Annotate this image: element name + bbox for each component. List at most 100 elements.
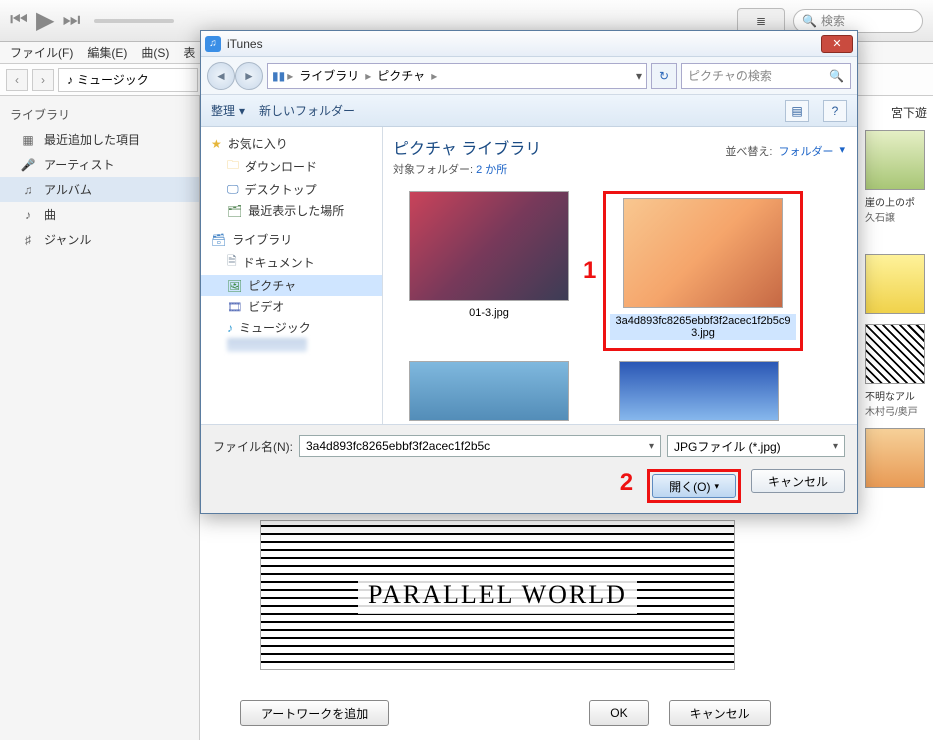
- album-title: 崖の上のポ: [865, 194, 925, 209]
- prev-track-button[interactable]: ⏮: [10, 9, 28, 32]
- open-button-label: 開く(O): [669, 478, 710, 495]
- dialog-search-input[interactable]: ピクチャの検索 🔍: [681, 63, 851, 89]
- refresh-button[interactable]: ↻: [651, 63, 677, 89]
- annotation-2: 2: [620, 469, 633, 503]
- tree-item-music[interactable]: ♪ ミュージック: [201, 317, 382, 338]
- chevron-down-icon[interactable]: ▾: [833, 441, 838, 452]
- sidebar-item-label: 曲: [44, 206, 56, 223]
- tree-item-documents[interactable]: 🗎 ドキュメント: [201, 250, 382, 275]
- document-icon: 🗎: [227, 252, 237, 273]
- dialog-tree: ★ お気に入り 🗀 ダウンロード 🖵 デスクトップ 🗂 最近表示した場所: [201, 127, 383, 424]
- location-sub-link[interactable]: 2 か所: [476, 164, 507, 176]
- file-thumb[interactable]: [603, 361, 795, 421]
- music-icon: ♪: [227, 321, 233, 335]
- help-button[interactable]: ?: [823, 100, 847, 122]
- thumbnail-image: [623, 198, 783, 308]
- filename-label: ファイル名(N):: [213, 438, 293, 455]
- tree-libraries[interactable]: 🗃 ライブラリ: [201, 229, 382, 250]
- album-thumbnail: [865, 428, 925, 488]
- tree-item-videos[interactable]: 🎞 ビデオ: [201, 296, 382, 317]
- add-artwork-button[interactable]: アートワークを追加: [240, 700, 389, 726]
- chevron-right-icon: ▸: [287, 69, 293, 83]
- album-card[interactable]: [865, 428, 925, 488]
- recent-icon: 🗂: [227, 204, 242, 218]
- sort-label: 並べ替え:: [725, 143, 772, 159]
- search-icon: 🔍: [829, 69, 844, 83]
- file-name: 01-3.jpg: [469, 307, 509, 319]
- album-card[interactable]: [865, 254, 925, 314]
- search-icon: 🔍: [802, 14, 817, 28]
- tree-item-pictures[interactable]: 🖼 ピクチャ: [201, 275, 382, 296]
- chevron-down-icon: ▾: [239, 104, 245, 118]
- open-button[interactable]: 開く(O) ▾: [652, 474, 736, 498]
- location-subtitle: 対象フォルダー: 2 か所: [393, 161, 847, 177]
- sidebar-item-album[interactable]: ♫ アルバム: [0, 177, 199, 202]
- desktop-icon: 🖵: [227, 182, 239, 197]
- play-button[interactable]: ▶: [36, 6, 54, 35]
- album-artist: 久石譲: [865, 209, 925, 224]
- library-selector[interactable]: ♪ ミュージック: [58, 68, 198, 92]
- search-input[interactable]: 🔍 検索: [793, 9, 923, 33]
- breadcrumb-segment[interactable]: ピクチャ: [373, 67, 429, 84]
- file-thumb-selected[interactable]: 3a4d893fc8265ebbf3f2acec1f2b5c93.jpg: [603, 191, 803, 351]
- sidebar-item-recent[interactable]: ▦ 最近追加した項目: [0, 127, 199, 152]
- star-icon: ★: [211, 137, 222, 151]
- tree-label: 最近表示した場所: [248, 202, 344, 219]
- tree-item-recent[interactable]: 🗂 最近表示した場所: [201, 200, 382, 221]
- nav-forward-button[interactable]: ►: [235, 62, 263, 90]
- chevron-down-icon[interactable]: ▾: [636, 69, 642, 83]
- file-name: 3a4d893fc8265ebbf3f2acec1f2b5c93.jpg: [610, 314, 796, 340]
- tree-item-desktop[interactable]: 🖵 デスクトップ: [201, 179, 382, 200]
- dialog-cancel-button[interactable]: キャンセル: [751, 469, 845, 493]
- menu-song[interactable]: 曲(S): [137, 42, 173, 63]
- file-thumb[interactable]: 01-3.jpg: [393, 191, 585, 351]
- breadcrumb[interactable]: ▮▮ ▸ ライブラリ ▸ ピクチャ ▸ ▾: [267, 63, 647, 89]
- filetype-select[interactable]: JPGファイル (*.jpg) ▾: [667, 435, 845, 457]
- new-folder-button[interactable]: 新しいフォルダー: [259, 102, 355, 119]
- sort-control[interactable]: 並べ替え: フォルダー ▾: [725, 143, 845, 159]
- tree-item-downloads[interactable]: 🗀 ダウンロード: [201, 154, 382, 179]
- cancel-button[interactable]: キャンセル: [669, 700, 771, 726]
- dialog-title: iTunes: [227, 37, 821, 51]
- filename-input[interactable]: 3a4d893fc8265ebbf3f2acec1f2b5c ▾: [299, 435, 661, 457]
- tree-favorites[interactable]: ★ お気に入り: [201, 133, 382, 154]
- split-arrow-icon[interactable]: ▾: [714, 481, 719, 492]
- artwork-title: PARALLEL WORLD: [358, 576, 637, 614]
- album-title: 不明なアル: [865, 388, 925, 403]
- calendar-icon: ▦: [20, 133, 36, 147]
- close-button[interactable]: ✕: [821, 35, 853, 53]
- chevron-right-icon: ▸: [431, 69, 437, 83]
- next-track-button[interactable]: ⏭: [62, 9, 80, 32]
- folder-icon: 🗀: [227, 156, 239, 177]
- nav-forward[interactable]: ›: [32, 69, 54, 91]
- thumbnail-image: [619, 361, 779, 421]
- tree-label: ミュージック: [239, 319, 311, 336]
- tree-item-blurred: [227, 338, 307, 352]
- menu-edit[interactable]: 編集(E): [83, 42, 131, 63]
- breadcrumb-segment[interactable]: ライブラリ: [295, 67, 363, 84]
- file-thumb[interactable]: [393, 361, 585, 421]
- tree-label: ドキュメント: [243, 254, 315, 271]
- tree-label: ビデオ: [248, 298, 284, 315]
- sort-value[interactable]: フォルダー: [778, 143, 833, 159]
- chevron-down-icon[interactable]: ▾: [649, 441, 654, 452]
- album-card[interactable]: 不明なアル 木村弓/奥戸: [865, 324, 925, 418]
- volume-slider[interactable]: [94, 19, 174, 23]
- sidebar-item-artist[interactable]: 🎤 アーティスト: [0, 152, 199, 177]
- album-card[interactable]: 崖の上のポ 久石譲: [865, 130, 925, 224]
- view-mode-button[interactable]: ▤: [785, 100, 809, 122]
- album-artist: 木村弓/奥戸: [865, 403, 925, 418]
- ok-button[interactable]: OK: [589, 700, 648, 726]
- library-selector-label: ミュージック: [77, 71, 149, 88]
- organize-menu[interactable]: 整理 ▾: [211, 102, 245, 119]
- sidebar-item-genre[interactable]: ♯ ジャンル: [0, 227, 199, 252]
- nav-back[interactable]: ‹: [6, 69, 28, 91]
- sidebar-item-songs[interactable]: ♪ 曲: [0, 202, 199, 227]
- search-placeholder: ピクチャの検索: [688, 67, 772, 84]
- chevron-right-icon: ▸: [365, 69, 371, 83]
- mic-icon: 🎤: [20, 158, 36, 172]
- menu-file[interactable]: ファイル(F): [6, 42, 77, 63]
- library-icon: ▮▮: [272, 69, 285, 83]
- menu-view[interactable]: 表: [179, 42, 199, 63]
- nav-back-button[interactable]: ◄: [207, 62, 235, 90]
